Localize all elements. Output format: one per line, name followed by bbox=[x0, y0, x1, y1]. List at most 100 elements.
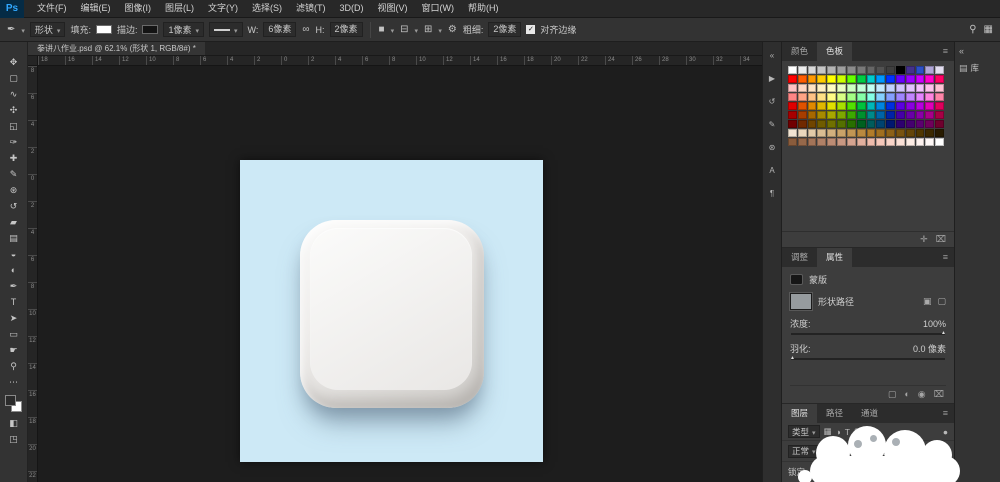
color-swatch[interactable] bbox=[906, 66, 915, 74]
color-swatch[interactable] bbox=[817, 111, 826, 119]
new-swatch-icon[interactable]: ✛ bbox=[920, 234, 928, 245]
color-swatch[interactable] bbox=[798, 111, 807, 119]
color-swatch[interactable] bbox=[925, 138, 934, 146]
shape-path-thumbnail[interactable] bbox=[790, 293, 812, 310]
color-swatch[interactable] bbox=[827, 111, 836, 119]
color-swatch[interactable] bbox=[867, 102, 876, 110]
color-swatch[interactable] bbox=[916, 138, 925, 146]
weight-input[interactable]: 2像素 bbox=[488, 22, 521, 37]
color-swatch[interactable] bbox=[886, 93, 895, 101]
align-edges-checkbox[interactable]: ✓ bbox=[526, 25, 535, 34]
color-swatch[interactable] bbox=[788, 75, 797, 83]
invert-mask-icon[interactable]: ◐ bbox=[904, 389, 909, 400]
color-swatch[interactable] bbox=[916, 120, 925, 128]
tab-properties[interactable]: 属性 bbox=[817, 248, 852, 267]
hand-tool[interactable]: ☛ bbox=[2, 342, 26, 358]
eye-icon[interactable]: ◉ bbox=[918, 389, 926, 400]
color-swatch[interactable] bbox=[788, 138, 797, 146]
stroke-style-select[interactable] bbox=[209, 22, 243, 37]
add-vector-mask-icon[interactable]: ▢ bbox=[937, 296, 946, 307]
brush-tool[interactable]: ✎ bbox=[2, 166, 26, 182]
color-swatch[interactable] bbox=[886, 129, 895, 137]
color-swatch[interactable] bbox=[916, 111, 925, 119]
color-swatch[interactable] bbox=[935, 102, 944, 110]
actions-panel-icon[interactable]: ▶ bbox=[763, 71, 781, 85]
paragraph-panel-icon[interactable]: ¶ bbox=[763, 186, 781, 200]
color-swatch[interactable] bbox=[886, 138, 895, 146]
color-swatch[interactable] bbox=[935, 111, 944, 119]
color-swatch[interactable] bbox=[906, 111, 915, 119]
search-icon[interactable]: ⚲ bbox=[968, 24, 977, 35]
color-swatch[interactable] bbox=[847, 129, 856, 137]
color-swatch[interactable] bbox=[876, 102, 885, 110]
color-swatch[interactable] bbox=[788, 102, 797, 110]
menu-window[interactable]: 窗口(W) bbox=[415, 0, 462, 17]
density-slider[interactable]: ▲ bbox=[791, 333, 945, 335]
color-swatch[interactable] bbox=[906, 84, 915, 92]
color-swatch[interactable] bbox=[876, 120, 885, 128]
color-swatch[interactable] bbox=[867, 66, 876, 74]
panel-menu-icon[interactable]: ≡ bbox=[943, 42, 954, 61]
marquee-tool[interactable]: ▢ bbox=[2, 70, 26, 86]
color-swatch[interactable] bbox=[886, 111, 895, 119]
tab-channels[interactable]: 通道 bbox=[852, 404, 887, 423]
healing-brush-tool[interactable]: ✚ bbox=[2, 150, 26, 166]
color-swatch[interactable] bbox=[886, 75, 895, 83]
tool-preset-icon[interactable]: ✒ bbox=[6, 24, 16, 35]
tab-layers[interactable]: 图层 bbox=[782, 404, 817, 423]
delete-swatch-icon[interactable]: ⌧ bbox=[936, 234, 946, 245]
color-swatch[interactable] bbox=[916, 84, 925, 92]
tool-preset-caret-icon[interactable] bbox=[21, 25, 25, 35]
color-swatch[interactable] bbox=[798, 93, 807, 101]
color-swatch[interactable] bbox=[798, 120, 807, 128]
gear-icon[interactable]: ⚙ bbox=[447, 24, 458, 35]
color-wells[interactable] bbox=[5, 395, 22, 412]
eyedropper-tool[interactable]: ✑ bbox=[2, 134, 26, 150]
tab-paths[interactable]: 路径 bbox=[817, 404, 852, 423]
color-swatch[interactable] bbox=[906, 102, 915, 110]
canvas-viewport[interactable] bbox=[38, 66, 762, 482]
menu-file[interactable]: 文件(F) bbox=[30, 0, 74, 17]
color-swatch[interactable] bbox=[935, 66, 944, 74]
color-swatch[interactable] bbox=[837, 84, 846, 92]
color-swatch[interactable] bbox=[886, 120, 895, 128]
link-dimensions-icon[interactable]: ∞ bbox=[301, 24, 310, 35]
color-swatch[interactable] bbox=[837, 93, 846, 101]
color-swatch[interactable] bbox=[857, 93, 866, 101]
color-swatch[interactable] bbox=[886, 84, 895, 92]
menu-select[interactable]: 选择(S) bbox=[245, 0, 289, 17]
color-swatch[interactable] bbox=[886, 66, 895, 74]
color-swatch[interactable] bbox=[906, 138, 915, 146]
clone-source-panel-icon[interactable]: ⊛ bbox=[763, 140, 781, 154]
lasso-tool[interactable]: ∿ bbox=[2, 86, 26, 102]
color-swatch[interactable] bbox=[808, 84, 817, 92]
color-swatch[interactable] bbox=[798, 102, 807, 110]
color-swatch[interactable] bbox=[906, 75, 915, 83]
feather-slider[interactable]: ▲ bbox=[791, 358, 945, 360]
color-swatch[interactable] bbox=[808, 75, 817, 83]
color-swatch[interactable] bbox=[837, 138, 846, 146]
color-swatch[interactable] bbox=[896, 129, 905, 137]
color-swatch[interactable] bbox=[837, 66, 846, 74]
color-swatch[interactable] bbox=[935, 120, 944, 128]
path-selection-tool[interactable]: ➤ bbox=[2, 310, 26, 326]
menu-layer[interactable]: 图层(L) bbox=[158, 0, 201, 17]
color-swatch[interactable] bbox=[837, 102, 846, 110]
slider-thumb-icon[interactable]: ▲ bbox=[941, 331, 946, 336]
color-swatch[interactable] bbox=[808, 66, 817, 74]
color-swatch[interactable] bbox=[837, 129, 846, 137]
color-swatch[interactable] bbox=[798, 75, 807, 83]
character-panel-icon[interactable]: A bbox=[763, 163, 781, 177]
color-swatch[interactable] bbox=[827, 84, 836, 92]
stroke-width-select[interactable]: 1像素 bbox=[163, 22, 204, 37]
color-swatch[interactable] bbox=[857, 111, 866, 119]
color-swatch[interactable] bbox=[906, 129, 915, 137]
path-arrange-icon[interactable]: ⊞ bbox=[423, 24, 433, 35]
color-swatch[interactable] bbox=[867, 84, 876, 92]
color-swatch[interactable] bbox=[788, 66, 797, 74]
tab-adjustments[interactable]: 调整 bbox=[782, 248, 817, 267]
density-value[interactable]: 100% bbox=[923, 319, 946, 329]
panel-menu-icon[interactable]: ≡ bbox=[943, 248, 954, 267]
tab-swatches[interactable]: 色板 bbox=[817, 42, 852, 61]
color-swatch[interactable] bbox=[925, 111, 934, 119]
